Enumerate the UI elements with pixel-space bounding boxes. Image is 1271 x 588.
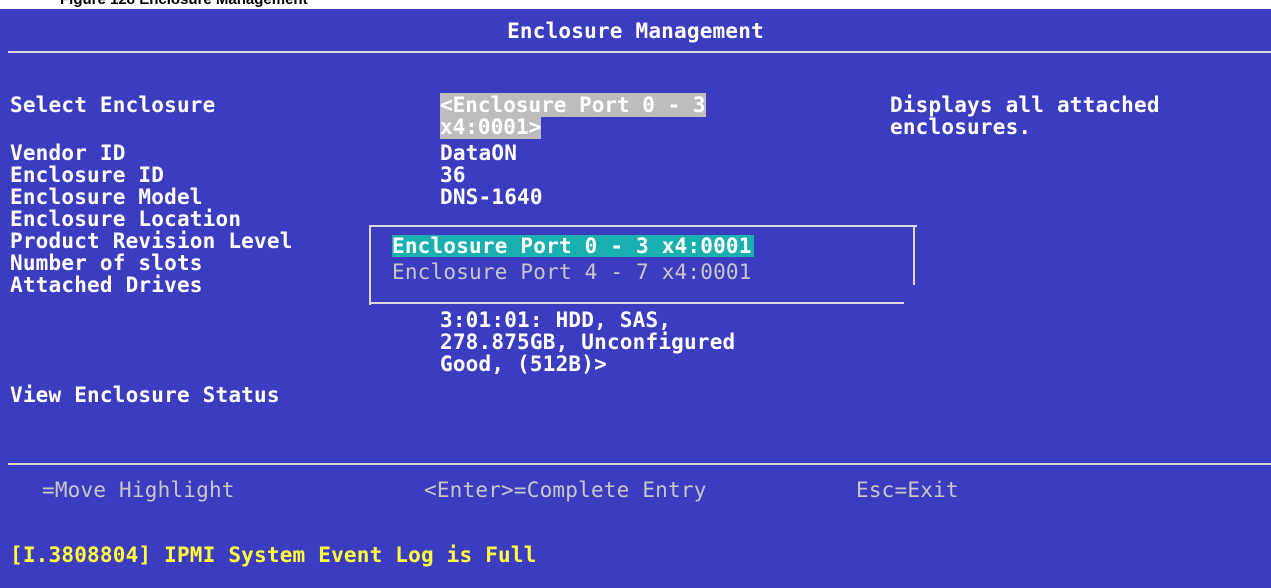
complete-entry-hint: <Enter>=Complete Entry — [424, 478, 707, 502]
move-highlight-hint: =Move Highlight — [42, 478, 235, 502]
footer-divider — [8, 463, 1271, 465]
popup-border-bottom — [369, 302, 904, 304]
vendor-id-label: Vendor ID — [10, 141, 126, 165]
popup-option[interactable]: Enclosure Port 4 - 7 x4:0001 — [392, 261, 752, 283]
popup-option-selected[interactable]: Enclosure Port 0 - 3 x4:0001 — [392, 235, 754, 257]
select-enclosure-label[interactable]: Select Enclosure — [10, 94, 216, 116]
attached-drives-label: Attached Drives — [10, 273, 203, 297]
header-divider — [8, 51, 1271, 53]
select-enclosure-value[interactable]: <Enclosure Port 0 - 3 x4:0001> — [440, 93, 782, 139]
enclosure-location-label: Enclosure Location — [10, 207, 242, 231]
enclosure-id-label: Enclosure ID — [10, 163, 165, 187]
attached-drive-line[interactable]: 3:01:01: HDD, SAS, — [440, 309, 671, 331]
status-message: [I.3808804] IPMI System Event Log is Ful… — [10, 543, 537, 567]
enclosure-id-value: 36 — [440, 163, 466, 187]
view-enclosure-status-item[interactable]: View Enclosure Status — [10, 384, 280, 406]
help-text-line: enclosures. — [890, 115, 1032, 139]
attached-drive-line[interactable]: 278.875GB, Unconfigured — [440, 331, 735, 353]
attached-drive-line[interactable]: Good, (512B)> — [440, 353, 607, 375]
bios-screen: Enclosure Management Select Enclosure Ve… — [0, 9, 1271, 588]
enclosure-model-value: DNS-1640 — [440, 185, 543, 209]
enclosure-model-label: Enclosure Model — [10, 185, 203, 209]
help-text-line: Displays all attached — [890, 93, 1160, 117]
figure-caption: Figure 128 Enclosure Management — [60, 0, 308, 9]
popup-border-right — [913, 225, 915, 285]
number-of-slots-label: Number of slots — [10, 251, 203, 275]
exit-hint: Esc=Exit — [856, 478, 959, 502]
vendor-id-value: DataON — [440, 141, 518, 165]
product-revision-level-label: Product Revision Level — [10, 229, 293, 253]
page-title: Enclosure Management — [507, 19, 764, 43]
